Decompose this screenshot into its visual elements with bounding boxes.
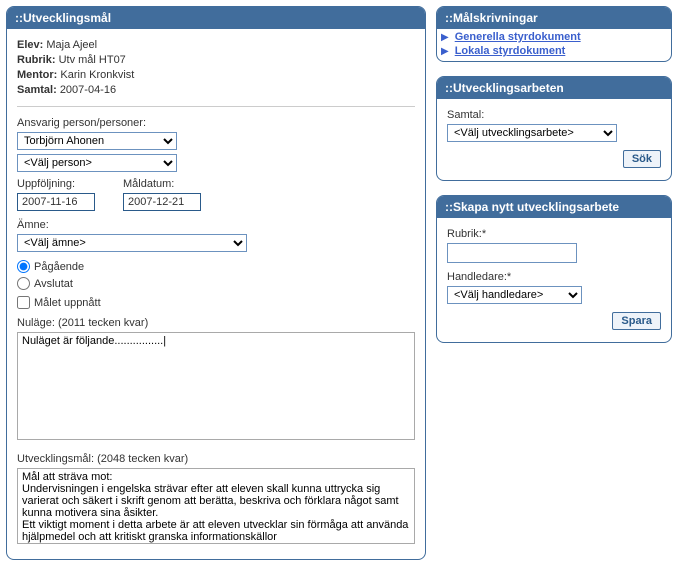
amne-select[interactable]: <Välj ämne> bbox=[17, 234, 247, 252]
malet-uppnatt-checkbox[interactable] bbox=[17, 296, 30, 309]
pagaende-label: Pågående bbox=[34, 261, 84, 273]
malskrivningar-panel: ::Målskrivningar ▶ Generella styrdokumen… bbox=[436, 6, 672, 62]
divider bbox=[17, 106, 415, 107]
utvecklingsmal-panel: ::Utvecklingsmål Elev: Maja Ajeel Rubrik… bbox=[6, 6, 426, 560]
utvmal-label: Utvecklingsmål: (2048 tecken kvar) bbox=[17, 453, 415, 465]
skapa-nytt-panel: ::Skapa nytt utvecklingsarbete Rubrik:* … bbox=[436, 195, 672, 343]
avslutat-radio[interactable] bbox=[17, 277, 30, 290]
lokala-styrdokument-link[interactable]: Lokala styrdokument bbox=[455, 45, 566, 57]
triangle-icon: ▶ bbox=[441, 32, 449, 43]
person-select-1[interactable]: Torbjörn Ahonen bbox=[17, 132, 177, 150]
handledare-label: Handledare:* bbox=[447, 271, 661, 283]
avslutat-label: Avslutat bbox=[34, 278, 73, 290]
malskrivningar-header: ::Målskrivningar bbox=[437, 7, 671, 29]
nulage-label: Nuläge: (2011 tecken kvar) bbox=[17, 317, 415, 329]
skapa-nytt-header: ::Skapa nytt utvecklingsarbete bbox=[437, 196, 671, 218]
generella-styrdokument-link[interactable]: Generella styrdokument bbox=[455, 31, 581, 43]
samtal-label: Samtal: bbox=[447, 109, 661, 121]
mentor-line: Mentor: Karin Kronkvist bbox=[17, 69, 415, 81]
maldatum-label: Måldatum: bbox=[123, 178, 201, 190]
person-select-2[interactable]: <Välj person> bbox=[17, 154, 177, 172]
utvecklingsmal-header: ::Utvecklingsmål bbox=[7, 7, 425, 29]
ansvarig-label: Ansvarig person/personer: bbox=[17, 117, 415, 129]
utvecklingsarbete-select[interactable]: <Välj utvecklingsarbete> bbox=[447, 124, 617, 142]
sok-button[interactable]: Sök bbox=[623, 150, 661, 168]
pagaende-radio[interactable] bbox=[17, 260, 30, 273]
handledare-select[interactable]: <Välj handledare> bbox=[447, 286, 582, 304]
uppfoljning-input[interactable] bbox=[17, 193, 95, 211]
uppfoljning-label: Uppföljning: bbox=[17, 178, 95, 190]
maldatum-input[interactable] bbox=[123, 193, 201, 211]
rubrik-line: Rubrik: Utv mål HT07 bbox=[17, 54, 415, 66]
nulage-textarea[interactable] bbox=[17, 332, 415, 440]
utvecklingsarbeten-panel: ::Utvecklingsarbeten Samtal: <Välj utvec… bbox=[436, 76, 672, 181]
utvmal-textarea[interactable] bbox=[17, 468, 415, 544]
amne-label: Ämne: bbox=[17, 219, 415, 231]
triangle-icon: ▶ bbox=[441, 46, 449, 57]
elev-line: Elev: Maja Ajeel bbox=[17, 39, 415, 51]
spara-button[interactable]: Spara bbox=[612, 312, 661, 330]
rubrik-label: Rubrik:* bbox=[447, 228, 661, 240]
malet-uppnatt-label: Målet uppnått bbox=[34, 297, 101, 309]
utvecklingsarbeten-header: ::Utvecklingsarbeten bbox=[437, 77, 671, 99]
rubrik-input[interactable] bbox=[447, 243, 577, 263]
samtal-line: Samtal: 2007-04-16 bbox=[17, 84, 415, 96]
